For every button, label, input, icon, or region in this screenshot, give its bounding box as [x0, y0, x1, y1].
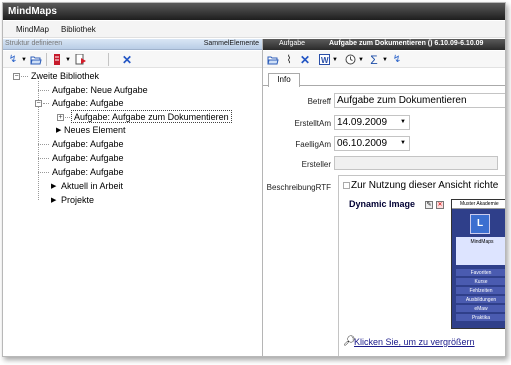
chevron-down-icon[interactable]: ▼ — [20, 53, 28, 66]
chevron-down-icon[interactable]: ▼ — [381, 53, 389, 66]
left-panel-title: Struktur definieren — [5, 40, 63, 47]
betreff-field[interactable]: Aufgabe zum Dokumentieren — [334, 93, 505, 108]
tree-root[interactable]: Zweite Bibliothek — [31, 70, 99, 83]
erstellt-am-field[interactable]: 14.09.2009 ▼ — [334, 115, 410, 130]
tree-item-selected[interactable]: Aufgabe: Aufgabe zum Dokumentieren — [71, 110, 232, 123]
right-panel-type: Aufgabe — [279, 40, 306, 47]
tab-strip: Info — [263, 73, 505, 87]
faellig-am-value: 06.10.2009 — [337, 138, 388, 149]
sum-icon[interactable]: Σ — [369, 53, 379, 67]
delete-page-icon[interactable] — [74, 53, 88, 66]
left-panel-header: Struktur definieren SammelElemente — [3, 39, 262, 50]
tree-connector — [43, 103, 49, 104]
list-icon[interactable] — [51, 53, 63, 66]
menu-bar: MindMap Bibliothek — [3, 21, 505, 38]
chevron-down-icon[interactable]: ▼ — [331, 53, 339, 66]
rtf-checkbox[interactable] — [343, 182, 350, 189]
tree-connector — [38, 172, 49, 173]
word-icon[interactable]: W — [318, 53, 330, 66]
ersteller-field — [334, 156, 498, 170]
rtf-intro-text: Zur Nutzung dieser Ansicht richte — [351, 180, 499, 191]
beschreibung-rtf-editor[interactable]: Zur Nutzung dieser Ansicht richte Dynami… — [338, 175, 505, 356]
faellig-am-field[interactable]: 06.10.2009 ▼ — [334, 136, 410, 151]
thumbnail-menu-item: Ausbildungen — [456, 296, 505, 304]
right-panel-header: Aufgabe Aufgabe zum Dokumentieren () 6.1… — [263, 39, 505, 50]
tree-item[interactable]: Aktuell in Arbeit — [61, 180, 123, 193]
tree-connector — [65, 117, 70, 118]
thumbnail-menu-item: Praktika — [456, 314, 505, 322]
panel-divider[interactable] — [262, 39, 263, 356]
chevron-down-icon[interactable]: ▼ — [64, 53, 72, 66]
dynamic-image-thumbnail[interactable]: Muster Akademie L MindMaps Favoriten Kur… — [451, 199, 505, 329]
tree-connector — [21, 76, 28, 77]
tree-item[interactable]: Aufgabe: Aufgabe — [52, 138, 124, 151]
tree-item[interactable]: Aufgabe: Neue Aufgabe — [52, 84, 148, 97]
collapse-icon[interactable]: − — [13, 73, 20, 80]
betreff-label: Betreff — [307, 97, 331, 106]
expand-icon[interactable]: + — [57, 114, 64, 121]
close-icon[interactable]: ✕ — [299, 53, 311, 67]
clock-icon[interactable] — [344, 53, 356, 66]
tree-item[interactable]: Neues Element — [64, 124, 126, 137]
thumbnail-menu-item: Fehlzeiten — [456, 287, 505, 295]
dynamic-image-label: Dynamic Image — [349, 199, 416, 209]
erstellt-am-value: 14.09.2009 — [337, 117, 388, 128]
expand-arrow-icon[interactable]: ▶ — [51, 182, 56, 190]
toolbar-separator — [108, 53, 109, 66]
thumbnail-menu-item: Favoriten — [456, 269, 505, 277]
library-tree: − Zweite Bibliothek Aufgabe: Neue Aufgab… — [3, 69, 262, 356]
expand-arrow-icon[interactable]: ▶ — [51, 196, 56, 204]
sammel-elemente-label[interactable]: SammelElemente — [204, 40, 259, 47]
tree-item[interactable]: Projekte — [61, 194, 94, 207]
svg-text:W: W — [321, 56, 329, 65]
app-window: MindMaps MindMap Bibliothek Struktur def… — [2, 2, 506, 357]
close-icon[interactable]: ✕ — [121, 53, 133, 67]
tree-item[interactable]: Aufgabe: Aufgabe — [52, 152, 124, 165]
zoom-link[interactable]: Klicken Sie, um zu vergrößern — [354, 337, 475, 347]
thumbnail-title: Muster Akademie — [452, 200, 505, 209]
folder-open-icon[interactable] — [30, 53, 42, 66]
tab-info[interactable]: Info — [268, 73, 300, 87]
tree-item[interactable]: Aufgabe: Aufgabe — [52, 97, 124, 110]
tree-connector — [38, 158, 49, 159]
tree-connector — [38, 144, 49, 145]
chevron-down-icon[interactable]: ▼ — [400, 137, 406, 150]
erstellt-am-label: ErstelltAm — [294, 119, 331, 128]
logo: L — [470, 214, 490, 234]
tree-connector — [38, 90, 49, 91]
folder-open-icon[interactable] — [267, 53, 279, 66]
collapse-icon[interactable]: − — [35, 100, 42, 107]
thumbnail-app-label: MindMaps — [470, 239, 494, 245]
thumbnail-menu-item: Kurse — [456, 278, 505, 286]
menu-mindmap[interactable]: MindMap — [16, 25, 49, 34]
faellig-am-label: FaelligAm — [295, 140, 331, 149]
right-toolbar: ⌇ ✕ W ▼ ▼ Σ ▼ ↯ — [263, 51, 505, 68]
tree-item[interactable]: Aufgabe: Aufgabe — [52, 166, 124, 179]
paperclip-icon[interactable]: ⌇ — [284, 53, 294, 66]
edit-icon[interactable]: ✎ — [425, 201, 433, 209]
thumbnail-menu-item: eMaw — [456, 305, 505, 313]
chevron-down-icon[interactable]: ▼ — [357, 53, 365, 66]
tree-connector — [38, 81, 39, 200]
delete-icon[interactable]: ✕ — [436, 201, 444, 209]
left-toolbar: ↯ ▼ ▼ ✕ — [3, 51, 262, 68]
right-panel-title: Aufgabe zum Dokumentieren () 6.10.09-6.1… — [329, 40, 484, 47]
window-title: MindMaps — [3, 3, 505, 20]
toolbar-separator — [46, 53, 47, 66]
menu-bibliothek[interactable]: Bibliothek — [61, 25, 96, 34]
refresh-icon[interactable]: ↯ — [7, 53, 19, 66]
ersteller-label: Ersteller — [301, 160, 331, 169]
expand-arrow-icon[interactable]: ▶ — [56, 126, 61, 134]
beschreibung-label: BeschreibungRTF — [266, 183, 331, 192]
refresh-icon[interactable]: ↯ — [391, 53, 403, 66]
chevron-down-icon[interactable]: ▼ — [400, 116, 406, 129]
